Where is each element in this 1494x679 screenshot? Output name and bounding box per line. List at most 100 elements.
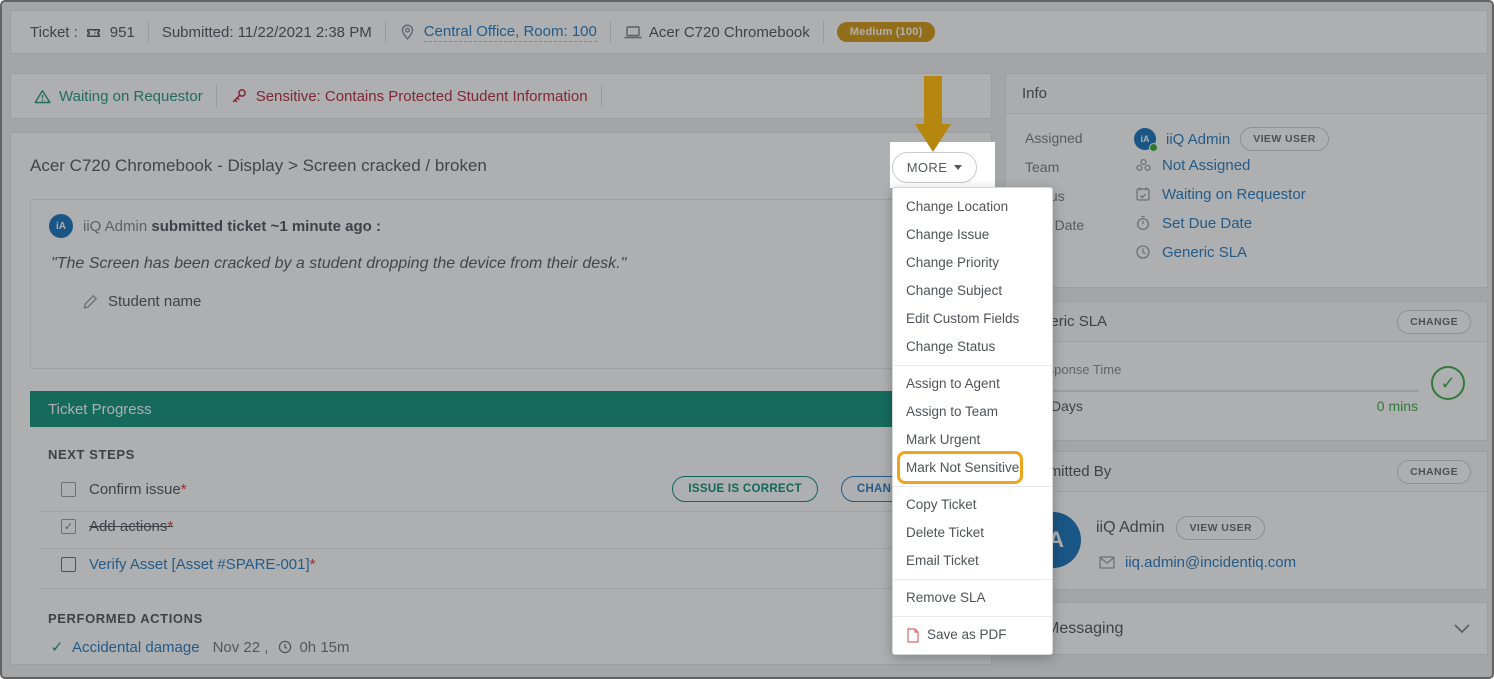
sensitive-flag: Sensitive: Contains Protected Student In… [256,88,588,105]
chevron-down-icon[interactable] [1453,620,1471,638]
info-label-team: Team [1025,159,1059,175]
menu-divider [893,579,1052,580]
sla-elapsed: 0 mins [1346,398,1418,414]
divider [148,21,149,43]
verify-asset-link[interactable]: Verify Asset [Asset #SPARE-001] [89,556,310,573]
messaging-panel[interactable]: Messaging [1005,602,1488,655]
warning-triangle-icon [33,87,51,105]
location-link[interactable]: Central Office, Room: 100 [424,23,597,42]
ticket-number: 951 [110,24,135,41]
menu-item-copy-ticket[interactable]: Copy Ticket [893,491,1052,519]
menu-divider [893,486,1052,487]
submitted-by-change-button[interactable]: CHANGE [1397,460,1471,484]
view-user-button[interactable]: VIEW USER [1240,127,1329,151]
performed-actions-heading: PERFORMED ACTIONS [48,611,203,626]
menu-item-edit-custom-fields[interactable]: Edit Custom Fields [893,305,1052,333]
sla-target: Days [1051,398,1083,414]
action-date: Nov 22 , [213,639,269,656]
more-dropdown-menu: Change Location Change Issue Change Prio… [892,187,1053,655]
required-asterisk: * [167,518,173,535]
ticket-icon [85,23,103,41]
menu-item-remove-sla[interactable]: Remove SLA [893,584,1052,612]
stopwatch-icon [1134,214,1152,232]
envelope-icon [1098,553,1116,571]
info-panel: Info Assigned iA iiQ Admin VIEW USER Tea… [1005,73,1488,288]
team-icon [1134,156,1152,174]
avatar: iA [1134,128,1156,150]
author-name: iiQ Admin [83,218,147,235]
required-asterisk: * [310,556,316,573]
sla-panel: Generic SLA CHANGE Response Time Days 0 … [1005,301,1488,441]
menu-divider [893,616,1052,617]
menu-item-email-ticket[interactable]: Email Ticket [893,547,1052,575]
menu-item-assign-to-agent[interactable]: Assign to Agent [893,370,1052,398]
divider [38,588,968,589]
ticket-label: Ticket : [30,24,78,41]
ticket-header-bar: Ticket : 951 Submitted: 11/22/2021 2:38 … [10,10,1488,54]
custom-field-student-name: Student name [108,293,201,310]
menu-item-assign-to-team[interactable]: Assign to Team [893,398,1052,426]
menu-item-save-as-pdf[interactable]: Save as PDF [893,621,1052,649]
sla-progress-bar [1031,390,1419,392]
waiting-status-link[interactable]: Waiting on Requestor [59,88,203,105]
sla-change-button[interactable]: CHANGE [1397,310,1471,334]
ticket-progress-header: Ticket Progress [30,391,974,427]
menu-item-delete-ticket[interactable]: Delete Ticket [893,519,1052,547]
menu-item-change-subject[interactable]: Change Subject [893,277,1052,305]
divider [38,511,968,512]
status-link[interactable]: Waiting on Requestor [1162,186,1306,203]
info-label-assigned: Assigned [1025,130,1083,146]
laptop-icon [624,23,642,41]
menu-item-change-location[interactable]: Change Location [893,193,1052,221]
location-pin-icon [399,23,417,41]
ticket-id: Ticket : 951 [30,23,135,41]
team-link[interactable]: Not Assigned [1162,157,1250,174]
menu-item-change-status[interactable]: Change Status [893,333,1052,361]
avatar: iA [49,214,73,238]
info-header: Info [1022,85,1047,102]
pencil-icon [81,292,99,310]
sla-link[interactable]: Generic SLA [1162,244,1247,261]
menu-divider [893,365,1052,366]
divider [38,548,968,549]
required-asterisk: * [181,481,187,498]
menu-item-change-priority[interactable]: Change Priority [893,249,1052,277]
divider [385,21,386,43]
divider [610,21,611,43]
submitter-name: iiQ Admin [1096,519,1164,537]
performed-action-link[interactable]: Accidental damage [72,639,200,656]
view-user-button[interactable]: VIEW USER [1176,516,1265,540]
ticket-title: Acer C720 Chromebook - Display > Screen … [30,156,487,176]
divider [823,21,824,43]
more-button[interactable]: MORE [892,152,977,183]
calendar-check-icon [1134,185,1152,203]
divider [216,85,217,107]
ticket-status-bar: Waiting on Requestor Sensitive: Contains… [10,73,992,119]
confirm-issue-checkbox[interactable] [61,482,76,497]
pdf-file-icon [906,628,919,643]
verify-asset-checkbox[interactable] [61,557,76,572]
action-duration: 0h 15m [299,639,349,656]
caret-down-icon [954,165,962,170]
set-due-date-link[interactable]: Set Due Date [1162,215,1252,232]
ticket-description: "The Screen has been cracked by a studen… [51,255,626,273]
submitted-meta: submitted ticket ~1 minute ago : [151,218,381,235]
issue-is-correct-button[interactable]: ISSUE IS CORRECT [672,476,817,502]
sla-met-check-icon: ✓ [1431,366,1465,400]
priority-badge: Medium (100) [837,22,936,42]
key-icon [230,87,248,105]
assigned-user-link[interactable]: iiQ Admin [1166,131,1230,148]
menu-item-mark-not-sensitive[interactable]: Mark Not Sensitive [893,454,1052,482]
divider [601,85,602,107]
menu-item-change-issue[interactable]: Change Issue [893,221,1052,249]
clock-icon [276,638,294,656]
submitter-email-link[interactable]: iiq.admin@incidentiq.com [1125,554,1296,571]
submitted-timestamp: Submitted: 11/22/2021 2:38 PM [162,24,372,41]
ticket-description-box: iA iiQ Admin submitted ticket ~1 minute … [30,199,974,369]
add-actions-checkbox[interactable]: ✓ [61,519,76,534]
menu-item-mark-urgent[interactable]: Mark Urgent [893,426,1052,454]
clock-icon [1134,243,1152,261]
check-icon: ✓ [48,638,66,656]
ticket-page: Ticket : 951 Submitted: 11/22/2021 2:38 … [0,0,1494,679]
step-label: Confirm issue [89,481,181,498]
